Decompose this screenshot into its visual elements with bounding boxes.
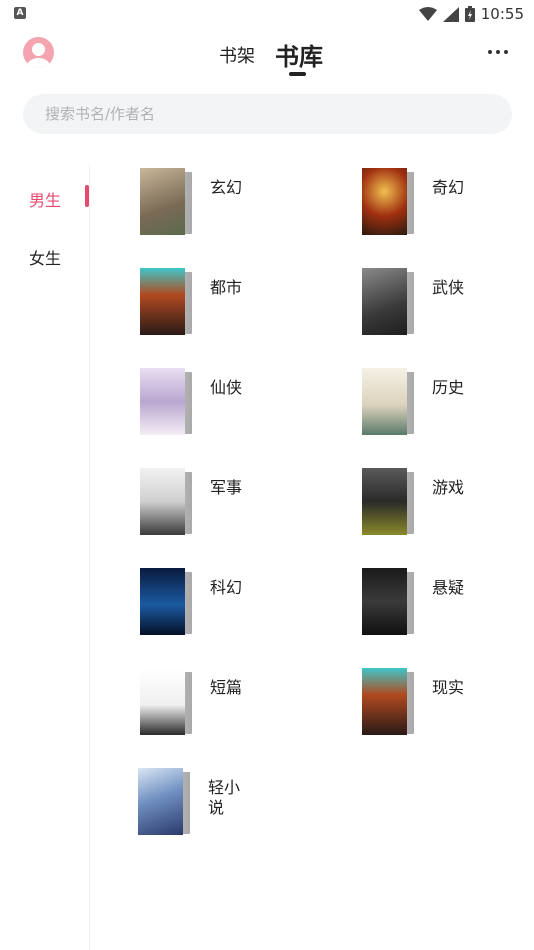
book-cover — [362, 468, 414, 536]
sidebar-item-male[interactable]: 男生 — [29, 187, 61, 211]
category-item[interactable]: 历史 — [362, 368, 534, 438]
book-cover — [140, 368, 192, 436]
wifi-icon — [418, 7, 437, 21]
category-item[interactable]: 都市 — [140, 268, 340, 338]
status-bar: A 10:55 — [0, 0, 534, 30]
book-cover — [140, 268, 192, 336]
category-label: 悬疑 — [432, 578, 465, 597]
category-label: 游戏 — [432, 478, 465, 497]
book-cover — [362, 368, 414, 436]
battery-icon — [464, 6, 475, 22]
category-label: 玄幻 — [210, 178, 243, 197]
status-icons: 10:55 — [418, 4, 524, 24]
category-item[interactable]: 奇幻 — [362, 168, 534, 238]
more-icon[interactable] — [488, 50, 508, 54]
category-item[interactable]: 轻小说 — [138, 768, 338, 838]
tab-bookshelf[interactable]: 书架 — [219, 42, 255, 68]
category-label: 短篇 — [210, 678, 243, 697]
book-cover — [362, 668, 414, 736]
gender-sidebar: 男生 女生 — [0, 165, 90, 950]
category-label: 科幻 — [210, 578, 243, 597]
clock: 10:55 — [480, 5, 524, 23]
search-input[interactable] — [23, 94, 512, 134]
category-item[interactable]: 短篇 — [140, 668, 340, 738]
category-item[interactable]: 悬疑 — [362, 568, 534, 638]
signal-icon — [442, 6, 459, 22]
book-cover — [140, 568, 192, 636]
category-item[interactable]: 武侠 — [362, 268, 534, 338]
category-label: 军事 — [210, 478, 243, 497]
category-label: 仙侠 — [210, 378, 243, 397]
category-label: 都市 — [210, 278, 243, 297]
search-bar[interactable] — [23, 94, 512, 134]
category-label: 现实 — [432, 678, 465, 697]
category-item[interactable]: 游戏 — [362, 468, 534, 538]
tab-library[interactable]: 书库 — [275, 37, 323, 72]
category-label: 轻小说 — [208, 778, 241, 817]
category-item[interactable]: 玄幻 — [140, 168, 340, 238]
sidebar-item-female[interactable]: 女生 — [29, 245, 61, 269]
active-tab-indicator — [289, 72, 306, 76]
category-item[interactable]: 军事 — [140, 468, 340, 538]
category-item[interactable]: 仙侠 — [140, 368, 340, 438]
category-label: 历史 — [432, 378, 465, 397]
book-cover — [362, 268, 414, 336]
book-cover — [362, 568, 414, 636]
book-cover — [362, 168, 414, 236]
book-cover — [140, 168, 192, 236]
category-item[interactable]: 科幻 — [140, 568, 340, 638]
header: 书架 书库 — [0, 30, 534, 80]
sidebar-active-indicator — [85, 185, 89, 207]
book-cover — [140, 668, 192, 736]
app-notification-icon: A — [14, 7, 26, 19]
book-cover — [138, 768, 190, 836]
category-label: 武侠 — [432, 278, 465, 297]
avatar[interactable] — [23, 37, 54, 68]
category-label: 奇幻 — [432, 178, 465, 197]
book-cover — [140, 468, 192, 536]
category-item[interactable]: 现实 — [362, 668, 534, 738]
